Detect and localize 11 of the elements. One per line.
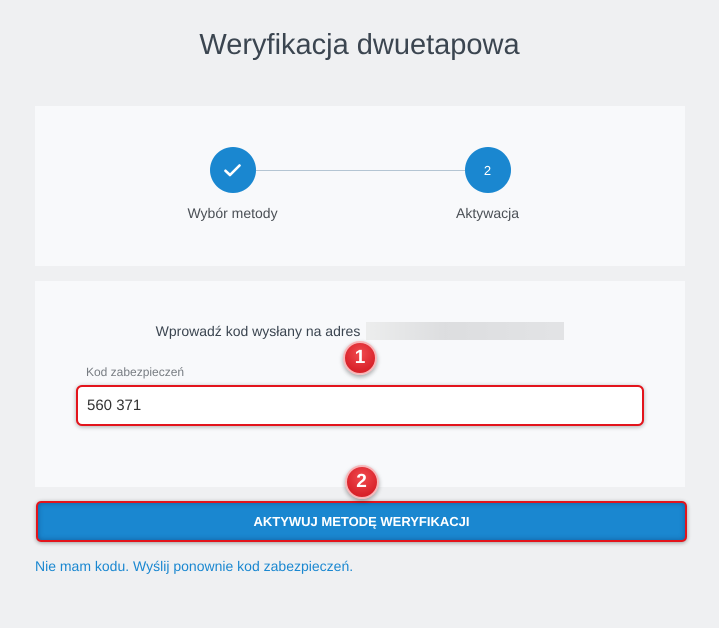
annotation-badge: 1 [343,341,377,375]
field-label: Kod zabezpieczeń [85,364,184,380]
code-input[interactable]: 560 371 [76,385,644,426]
resend-link[interactable]: Nie mam kodu. Wyślij ponownie kod zabezpieczeń. [35,558,354,574]
page-title: Weryfikacja dwuetapowa [199,28,520,63]
instruction-text: Wprowadź kod wysłany na adres [156,323,360,339]
activate-button[interactable]: AKTYWUJ METODĘ WERYFIKACJI [36,501,687,542]
step-circle: 2 [464,147,510,193]
step-label: Wybór metody [187,205,278,222]
checkmark-icon [224,164,241,176]
step-label: Aktywacja [456,205,520,222]
